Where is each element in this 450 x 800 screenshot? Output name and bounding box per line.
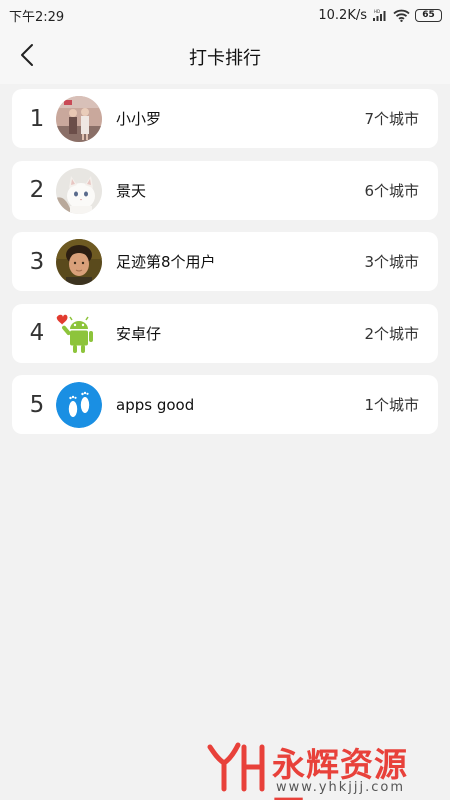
user-name: apps good (116, 395, 195, 414)
status-time: 下午2:29 (9, 9, 65, 25)
photo-couple-avatar (56, 96, 102, 142)
watermark: 永辉资源网 www.yhkjjj.com (198, 736, 430, 800)
battery-level: 65 (422, 9, 435, 20)
white-cat-avatar (56, 167, 102, 214)
user-name: 足迹第8个用户 (116, 253, 216, 271)
rank-number: 1 (29, 105, 45, 132)
rank-number: 2 (29, 177, 45, 203)
city-count: 1个城市 (364, 396, 419, 414)
ranking-list: 1 小小罗 7个城市 2 景天 6个城市 3 足迹第8个用户 3个城市 4 安卓… (12, 89, 438, 447)
ranking-row-2[interactable]: 2 景天 6个城市 (12, 160, 438, 220)
city-count: 2个城市 (364, 324, 419, 343)
watermark-logo-icon (204, 739, 268, 797)
ranking-row-4[interactable]: 4 安卓仔 2个城市 (12, 303, 438, 363)
watermark-url: www.yhkjjj.com (276, 780, 406, 795)
android-robot-avatar (56, 310, 102, 357)
city-count: 3个城市 (364, 253, 419, 271)
battery-icon: 65 (415, 8, 442, 22)
wifi-icon (393, 9, 410, 22)
rank-number: 3 (29, 248, 45, 275)
network-speed: 10.2K/s (318, 7, 367, 23)
svg-text:HD: HD (374, 9, 380, 14)
page-title: 打卡排行 (189, 48, 261, 69)
status-icons: 10.2K/s HD 65 (318, 8, 442, 23)
city-count: 7个城市 (364, 110, 419, 128)
status-bar: 下午2:29 10.2K/s HD 65 (0, 0, 450, 30)
user-name: 小小罗 (116, 110, 162, 128)
rank-number: 5 (29, 391, 45, 418)
rank-number: 4 (29, 320, 45, 346)
ranking-row-5[interactable]: 5 apps good 1个城市 (12, 375, 438, 434)
user-name: 景天 (116, 181, 147, 200)
portrait-avatar (56, 239, 102, 285)
header: 打卡排行 (0, 30, 450, 84)
user-name: 安卓仔 (116, 324, 162, 343)
ranking-row-1[interactable]: 1 小小罗 7个城市 (12, 89, 438, 148)
ranking-row-3[interactable]: 3 足迹第8个用户 3个城市 (12, 232, 438, 291)
footprints-avatar (56, 382, 102, 428)
city-count: 6个城市 (364, 181, 419, 200)
signal-icon: HD (372, 9, 388, 22)
